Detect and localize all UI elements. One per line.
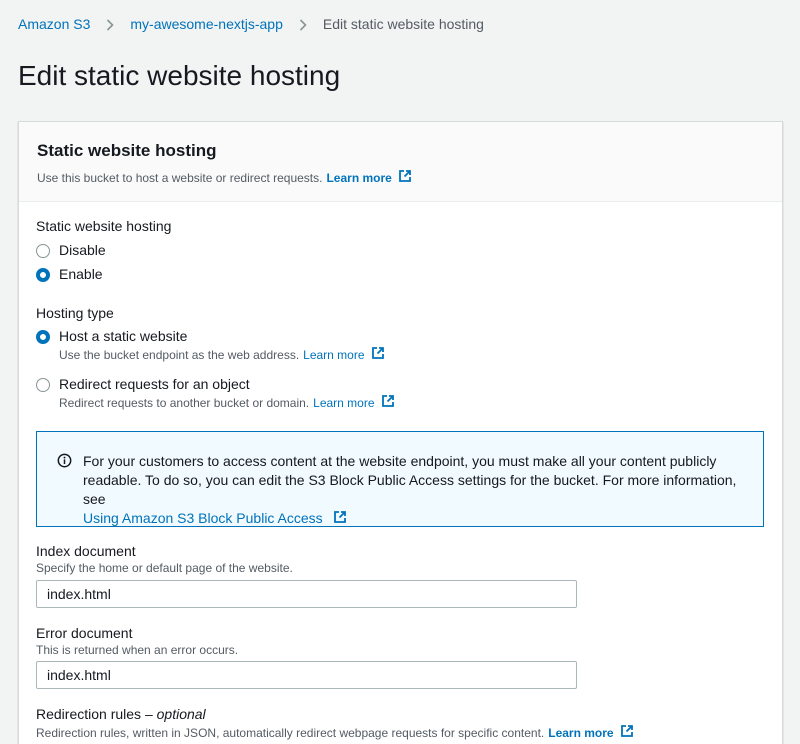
option-description: Use the bucket endpoint as the web addre… <box>59 347 300 362</box>
redirection-rules-description-text: Redirection rules, written in JSON, auto… <box>36 725 545 740</box>
error-document-description: This is returned when an error occurs. <box>36 643 239 657</box>
index-document-description: Specify the home or default page of the … <box>36 561 293 575</box>
radio-button[interactable] <box>36 244 50 258</box>
hosting-label: Static website hosting <box>36 218 172 234</box>
redirection-rules-title: Redirection rules – <box>36 706 153 722</box>
radio-label: Host a static website <box>59 328 188 344</box>
card-title: Static website hosting <box>37 141 217 160</box>
external-link-icon[interactable] <box>620 724 634 741</box>
breadcrumb-link-amazon-s3[interactable]: Amazon S3 <box>18 16 90 32</box>
breadcrumb-current: Edit static website hosting <box>322 16 484 32</box>
radio-host-static-website[interactable]: Host a static website <box>36 328 187 344</box>
radio-button-checked[interactable] <box>36 268 50 282</box>
learn-more-link[interactable]: Learn more <box>548 726 613 740</box>
error-document-label: Error document <box>36 625 133 641</box>
info-alert-text: For your customers to access content at … <box>83 452 753 529</box>
optional-tag: optional <box>156 706 206 722</box>
hosting-type-label: Hosting type <box>36 305 114 321</box>
error-document-input[interactable] <box>36 661 577 689</box>
external-link-icon[interactable] <box>333 510 347 529</box>
external-link-icon[interactable] <box>371 346 385 363</box>
radio-button-checked[interactable] <box>36 330 50 344</box>
external-link-icon[interactable] <box>381 394 395 411</box>
host-static-website-description: Use the bucket endpoint as the web addre… <box>59 346 385 363</box>
learn-more-link[interactable]: Learn more <box>313 396 374 410</box>
card-description: Use this bucket to host a website or red… <box>37 169 764 186</box>
info-alert: For your customers to access content at … <box>36 431 764 527</box>
external-link-icon[interactable] <box>398 169 412 186</box>
index-document-label: Index document <box>36 543 136 559</box>
option-description: Redirect requests to another bucket or d… <box>59 395 310 410</box>
radio-button[interactable] <box>36 378 50 392</box>
info-icon <box>57 453 72 473</box>
radio-label: Enable <box>59 266 103 282</box>
chevron-right-icon <box>90 16 130 32</box>
card-header: Static website hosting Use this bucket t… <box>19 122 782 202</box>
card-description-text: Use this bucket to host a website or red… <box>37 170 323 185</box>
radio-label: Disable <box>59 242 106 258</box>
learn-more-link[interactable]: Learn more <box>326 171 391 185</box>
redirection-rules-label: Redirection rules – optional <box>36 706 206 722</box>
page-title: Edit static website hosting <box>18 60 341 91</box>
index-document-input[interactable] <box>36 580 577 608</box>
redirection-rules-description: Redirection rules, written in JSON, auto… <box>36 724 634 741</box>
redirect-requests-description: Redirect requests to another bucket or d… <box>59 394 395 411</box>
block-public-access-link[interactable]: Using Amazon S3 Block Public Access <box>83 510 323 526</box>
radio-disable[interactable]: Disable <box>36 242 106 258</box>
chevron-right-icon <box>283 16 323 32</box>
radio-enable[interactable]: Enable <box>36 266 103 282</box>
info-alert-message: For your customers to access content at … <box>83 453 737 507</box>
radio-label: Redirect requests for an object <box>59 376 250 392</box>
learn-more-link[interactable]: Learn more <box>303 348 364 362</box>
breadcrumb: Amazon S3 my-awesome-nextjs-app Edit sta… <box>18 16 484 32</box>
breadcrumb-link-bucket[interactable]: my-awesome-nextjs-app <box>130 16 283 32</box>
radio-redirect-requests[interactable]: Redirect requests for an object <box>36 376 250 392</box>
